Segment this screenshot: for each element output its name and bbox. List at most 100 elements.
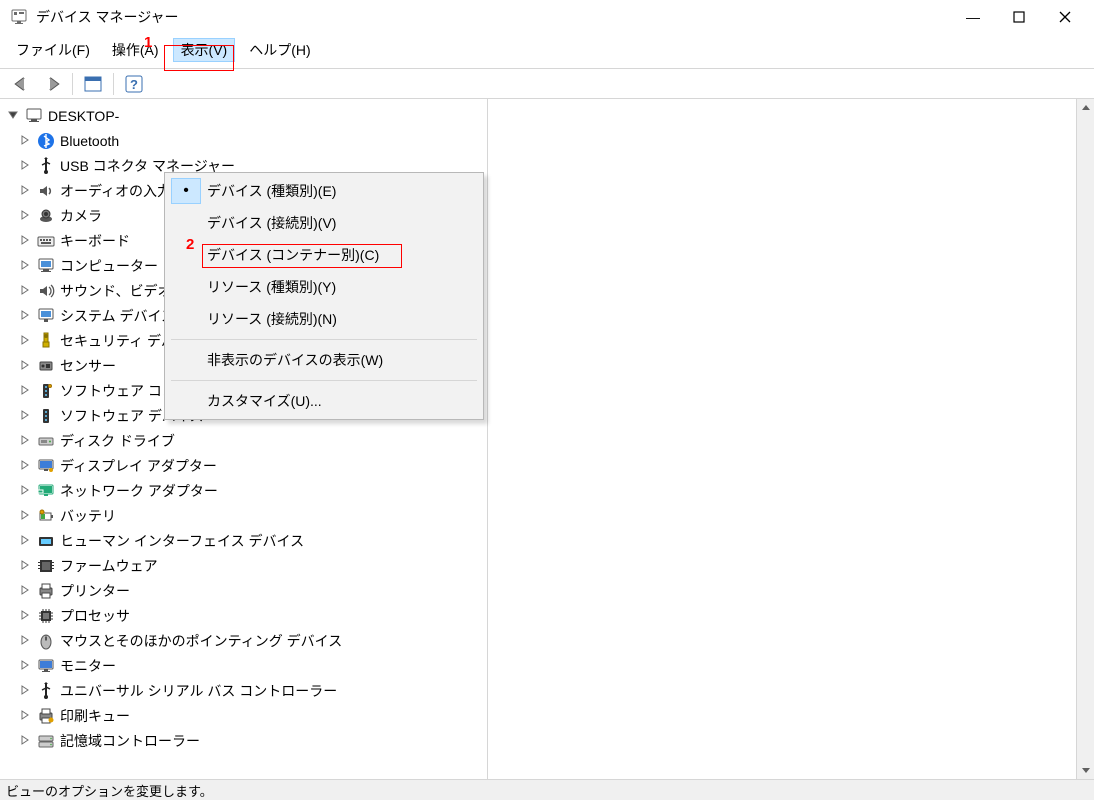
printer-icon	[36, 581, 56, 601]
tree-item-label: カメラ	[60, 206, 102, 226]
scroll-track[interactable]	[1077, 117, 1094, 761]
expand-icon[interactable]	[18, 533, 32, 547]
expand-icon[interactable]	[18, 433, 32, 447]
status-bar: ビューのオプションを変更します。	[0, 779, 1094, 800]
svg-text:?: ?	[130, 77, 138, 92]
computer-icon	[24, 106, 44, 126]
vertical-scrollbar[interactable]	[1076, 99, 1094, 779]
tree-item[interactable]: ネットワーク アダプター	[6, 478, 483, 503]
mouse-icon	[36, 631, 56, 651]
tree-item-label: ディスク ドライブ	[60, 431, 175, 451]
audio-icon	[36, 181, 56, 201]
menu-action[interactable]: 操作(A)	[104, 38, 167, 62]
scroll-up-icon[interactable]	[1077, 99, 1094, 117]
tree-item-label: ネットワーク アダプター	[60, 481, 218, 501]
expand-icon[interactable]	[18, 558, 32, 572]
expand-icon[interactable]	[18, 283, 32, 297]
expand-icon[interactable]	[18, 633, 32, 647]
tree-item[interactable]: マウスとそのほかのポインティング デバイス	[6, 628, 483, 653]
expand-icon[interactable]	[18, 658, 32, 672]
menu-file[interactable]: ファイル(F)	[8, 38, 98, 62]
expand-icon[interactable]	[6, 108, 20, 122]
battery-icon	[36, 506, 56, 526]
tree-item-label: モニター	[60, 656, 116, 676]
show-console-tree-button[interactable]	[79, 72, 107, 96]
window-title: デバイス マネージャー	[36, 7, 179, 27]
menu-help[interactable]: ヘルプ(H)	[241, 38, 318, 62]
tree-item[interactable]: 記憶域コントローラー	[6, 728, 483, 753]
expand-icon[interactable]	[18, 308, 32, 322]
security-icon	[36, 331, 56, 351]
expand-icon[interactable]	[18, 183, 32, 197]
expand-icon[interactable]	[18, 133, 32, 147]
expand-icon[interactable]	[18, 233, 32, 247]
bluetooth-icon	[36, 131, 56, 151]
storage-icon	[36, 731, 56, 751]
help-button[interactable]: ?	[120, 72, 148, 96]
camera-icon	[36, 206, 56, 226]
tree-item[interactable]: ファームウェア	[6, 553, 483, 578]
nav-forward-button[interactable]	[38, 72, 66, 96]
nav-back-button[interactable]	[8, 72, 36, 96]
menu-separator	[171, 380, 477, 381]
expand-icon[interactable]	[18, 333, 32, 347]
tree-item[interactable]: ディスプレイ アダプター	[6, 453, 483, 478]
expand-icon[interactable]	[18, 158, 32, 172]
sensor-icon	[36, 356, 56, 376]
expand-icon[interactable]	[18, 408, 32, 422]
expand-icon[interactable]	[18, 608, 32, 622]
tree-item[interactable]: バッテリ	[6, 503, 483, 528]
title-bar: デバイス マネージャー —	[0, 0, 1094, 34]
tree-item[interactable]: モニター	[6, 653, 483, 678]
details-panel	[488, 99, 1094, 779]
view-devices-by-type[interactable]: • デバイス (種類別)(E)	[165, 175, 483, 207]
tree-item-label: Bluetooth	[60, 133, 119, 149]
expand-icon[interactable]	[18, 733, 32, 747]
menu-separator	[171, 339, 477, 340]
view-resources-by-connection[interactable]: リソース (接続別)(N)	[165, 303, 483, 335]
firmware-icon	[36, 556, 56, 576]
expand-icon[interactable]	[18, 683, 32, 697]
expand-icon[interactable]	[18, 708, 32, 722]
minimize-button[interactable]: —	[950, 0, 996, 34]
expand-icon[interactable]	[18, 208, 32, 222]
keyboard-icon	[36, 231, 56, 251]
view-show-hidden-devices[interactable]: 非表示のデバイスの表示(W)	[165, 344, 483, 376]
expand-icon[interactable]	[18, 258, 32, 272]
view-resources-by-type[interactable]: リソース (種類別)(Y)	[165, 271, 483, 303]
expand-icon[interactable]	[18, 483, 32, 497]
tree-item-label: 記憶域コントローラー	[60, 731, 200, 751]
bullet-icon: •	[171, 178, 201, 204]
scroll-down-icon[interactable]	[1077, 761, 1094, 779]
tree-item-label: ディスプレイ アダプター	[60, 456, 217, 476]
component-icon	[36, 381, 56, 401]
view-devices-by-connection[interactable]: デバイス (接続別)(V)	[165, 207, 483, 239]
tree-item[interactable]: ヒューマン インターフェイス デバイス	[6, 528, 483, 553]
tree-root-node[interactable]: DESKTOP-	[6, 103, 483, 128]
tree-item-label: バッテリ	[60, 506, 116, 526]
expand-icon[interactable]	[18, 358, 32, 372]
tree-item[interactable]: ユニバーサル シリアル バス コントローラー	[6, 678, 483, 703]
tree-item-label: ユニバーサル シリアル バス コントローラー	[60, 681, 337, 701]
expand-icon[interactable]	[18, 583, 32, 597]
hid-icon	[36, 531, 56, 551]
expand-icon[interactable]	[18, 383, 32, 397]
expand-icon[interactable]	[18, 508, 32, 522]
close-button[interactable]	[1042, 0, 1088, 34]
printq-icon	[36, 706, 56, 726]
app-icon	[10, 8, 28, 26]
computer-icon	[36, 256, 56, 276]
maximize-button[interactable]	[996, 0, 1042, 34]
view-customize[interactable]: カスタマイズ(U)...	[165, 385, 483, 417]
tree-item-label: キーボード	[60, 231, 130, 251]
tree-item[interactable]: 印刷キュー	[6, 703, 483, 728]
usbctrl-icon	[36, 681, 56, 701]
tree-item[interactable]: プロセッサ	[6, 603, 483, 628]
tree-item[interactable]: Bluetooth	[6, 128, 483, 153]
toolbar-separator	[72, 73, 73, 95]
expand-icon[interactable]	[18, 458, 32, 472]
usb-icon	[36, 156, 56, 176]
tree-item[interactable]: プリンター	[6, 578, 483, 603]
tree-item[interactable]: ディスク ドライブ	[6, 428, 483, 453]
tree-item-label: ヒューマン インターフェイス デバイス	[60, 531, 304, 551]
